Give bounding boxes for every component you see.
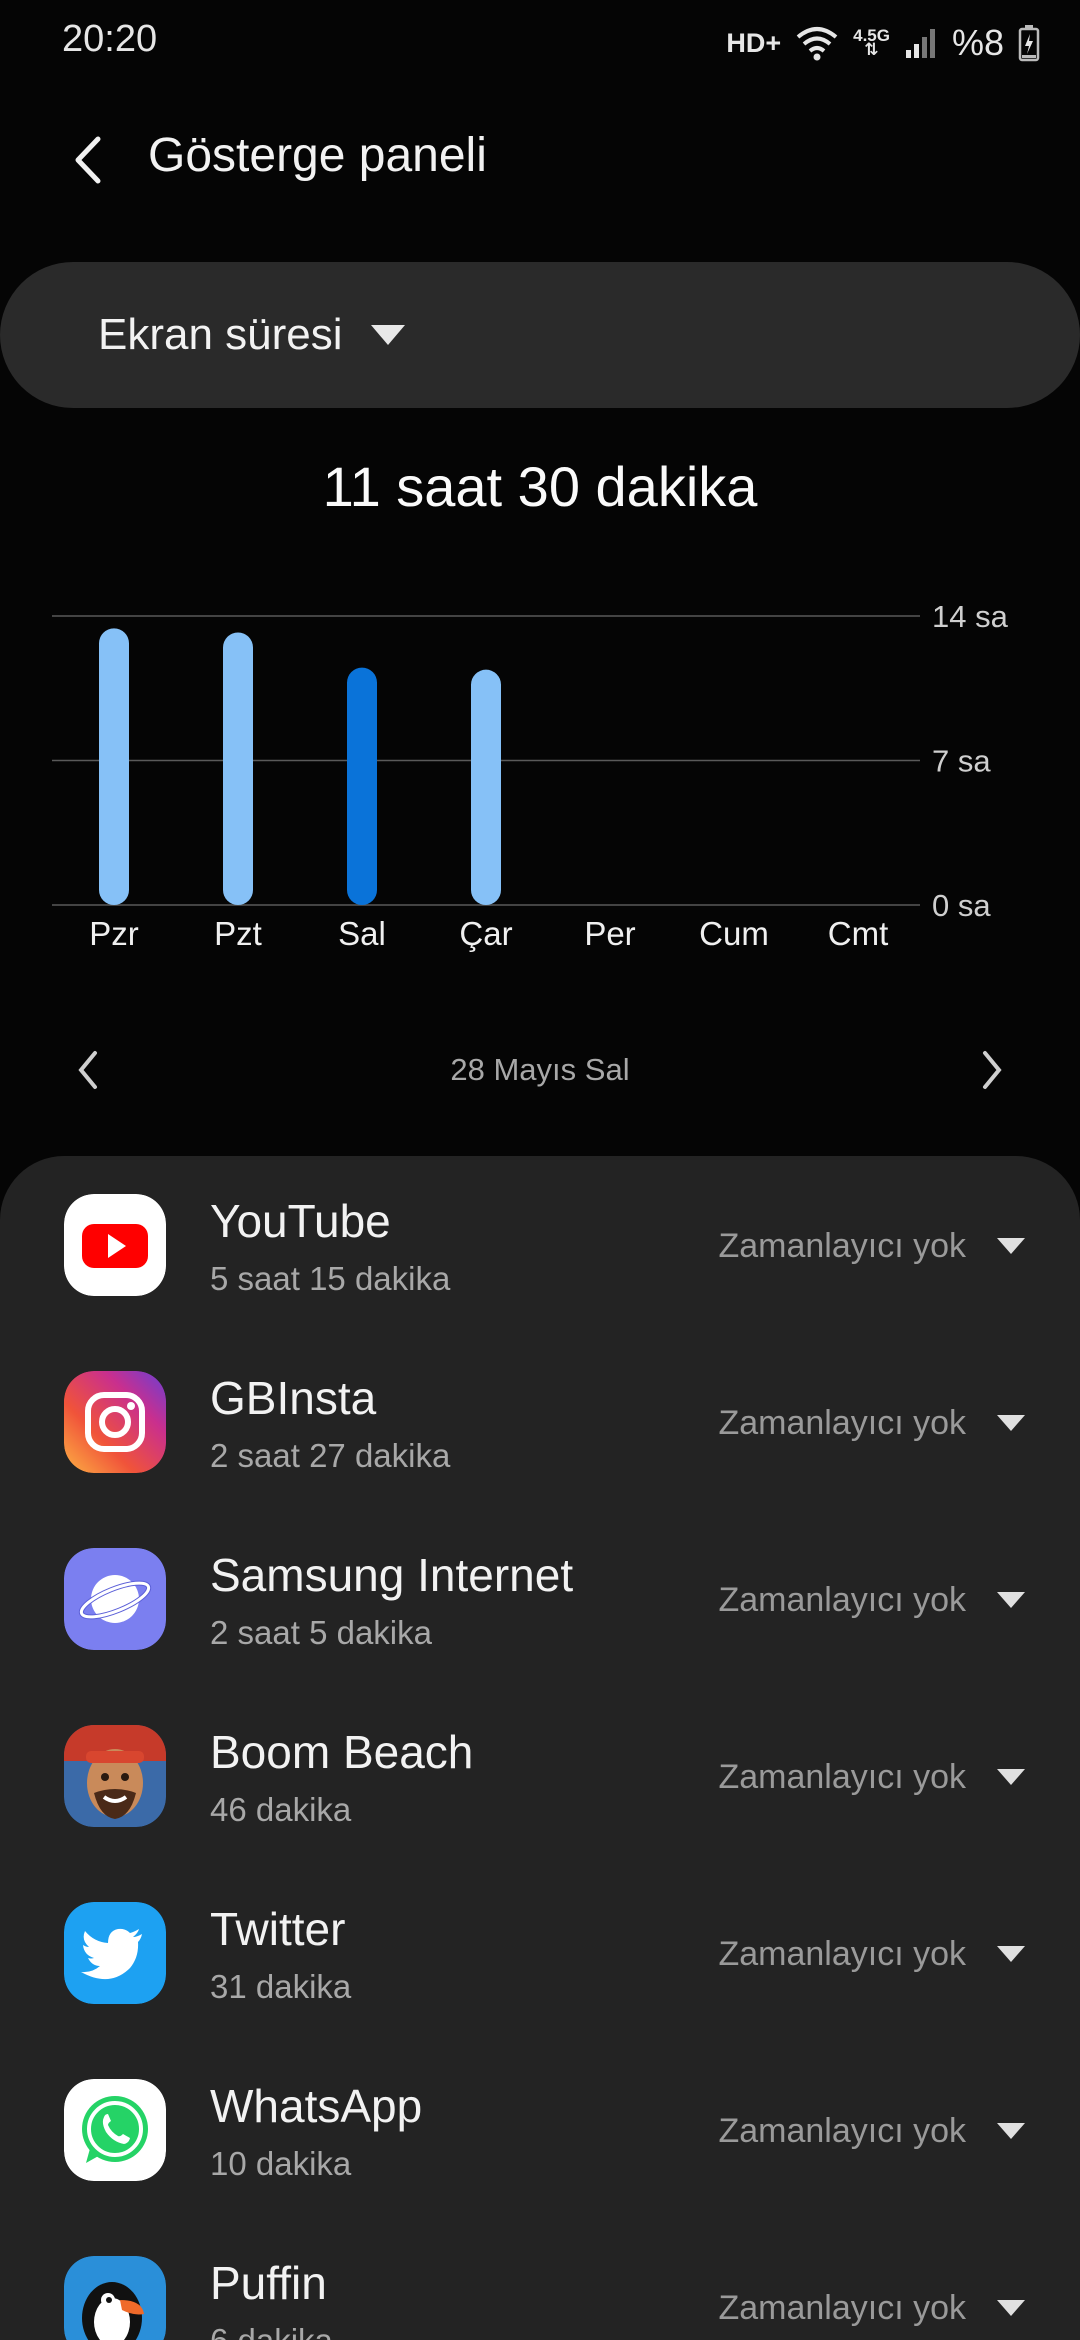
timer-label: Zamanlayıcı yok (718, 1580, 966, 1619)
app-timer-dropdown[interactable]: Zamanlayıcı yok (718, 1397, 1026, 1449)
x-tick-label[interactable]: Pzt (214, 915, 262, 952)
timer-label: Zamanlayıcı yok (718, 2288, 966, 2327)
app-usage-time: 10 dakika (210, 2145, 352, 2182)
bar-Pzt[interactable] (223, 632, 253, 905)
app-timer-dropdown[interactable]: Zamanlayıcı yok (718, 1751, 1026, 1803)
app-row-boom-beach[interactable]: Boom Beach 46 dakika Zamanlayıcı yok (0, 1687, 1080, 1864)
app-usage-time: 2 saat 5 dakika (210, 1614, 432, 1651)
y-tick-label: 0 sa (932, 888, 991, 923)
status-bar: 20:20 HD+ 4.5G ⇅ %8 (0, 0, 1080, 86)
app-name: YouTube (210, 1195, 391, 1247)
app-row-samsung-internet[interactable]: Samsung Internet 2 saat 5 dakika Zamanla… (0, 1510, 1080, 1687)
x-tick-label[interactable]: Sal (338, 915, 386, 952)
caret-down-icon (997, 1415, 1025, 1431)
app-bar: Gösterge paneli (0, 110, 1080, 210)
x-tick-label[interactable]: Cum (699, 915, 769, 952)
app-name: GBInsta (210, 1372, 377, 1424)
app-row-puffin[interactable]: Puffin 6 dakika Zamanlayıcı yok (0, 2218, 1080, 2340)
caret-down-icon (370, 325, 405, 345)
status-time: 20:20 (62, 18, 158, 60)
back-arrow-icon (75, 136, 101, 184)
puffin-icon (64, 2256, 166, 2340)
timer-label: Zamanlayıcı yok (718, 1226, 966, 1265)
metric-dropdown-label: Ekran süresi (98, 310, 343, 359)
wifi-icon (796, 27, 838, 61)
battery-level: %8 (951, 22, 1004, 63)
bar-Çar[interactable] (471, 669, 501, 905)
selected-date: 28 Mayıs Sal (450, 1052, 630, 1087)
status-icons: HD+ 4.5G ⇅ %8 (726, 18, 1040, 68)
app-name: Samsung Internet (210, 1549, 574, 1601)
timer-label: Zamanlayıcı yok (718, 1757, 966, 1796)
signal-icon (905, 29, 935, 58)
app-row-youtube[interactable]: YouTube 5 saat 15 dakika Zamanlayıcı yok (0, 1156, 1080, 1333)
back-button[interactable] (52, 124, 124, 196)
date-navigation: 28 Mayıs Sal (0, 1030, 1080, 1110)
caret-down-icon (997, 1592, 1025, 1608)
x-tick-label[interactable]: Per (584, 915, 635, 952)
x-tick-label[interactable]: Cmt (828, 915, 889, 952)
instagram-icon (64, 1371, 166, 1473)
caret-down-icon (997, 2300, 1025, 2316)
app-timer-dropdown[interactable]: Zamanlayıcı yok (718, 2105, 1026, 2157)
whatsapp-icon (64, 2079, 166, 2181)
next-day-button[interactable] (960, 1038, 1024, 1102)
app-timer-dropdown[interactable]: Zamanlayıcı yok (718, 1928, 1026, 1980)
total-screen-time: 11 saat 30 dakika (322, 455, 758, 518)
app-usage-list: YouTube 5 saat 15 dakika Zamanlayıcı yok (0, 1156, 1080, 2340)
timer-label: Zamanlayıcı yok (718, 1403, 966, 1442)
app-usage-time: 5 saat 15 dakika (210, 1260, 451, 1297)
app-row-gbinsta[interactable]: GBInsta 2 saat 27 dakika Zamanlayıcı yok (0, 1333, 1080, 1510)
app-name: Boom Beach (210, 1726, 474, 1778)
boom-beach-icon (64, 1725, 166, 1827)
caret-down-icon (997, 1238, 1025, 1254)
x-tick-label[interactable]: Çar (459, 915, 512, 952)
bar-Sal[interactable] (347, 667, 377, 905)
metric-dropdown[interactable]: Ekran süresi (0, 262, 1080, 408)
app-usage-time: 31 dakika (210, 1968, 352, 2005)
youtube-icon (64, 1194, 166, 1296)
y-tick-label: 14 sa (932, 599, 1009, 634)
battery-charging-icon (1018, 25, 1040, 62)
app-usage-time: 2 saat 27 dakika (210, 1437, 451, 1474)
twitter-icon (64, 1902, 166, 2004)
network-type: 4.5G ⇅ (853, 26, 890, 59)
app-usage-time: 46 dakika (210, 1791, 352, 1828)
app-row-whatsapp[interactable]: WhatsApp 10 dakika Zamanlayıcı yok (0, 2041, 1080, 2218)
app-name: Puffin (210, 2257, 327, 2309)
samsung-internet-icon (64, 1548, 166, 1650)
app-timer-dropdown[interactable]: Zamanlayıcı yok (718, 2282, 1026, 2334)
x-tick-label[interactable]: Pzr (89, 915, 139, 952)
timer-label: Zamanlayıcı yok (718, 1934, 966, 1973)
bar-Pzr[interactable] (99, 628, 129, 905)
app-timer-dropdown[interactable]: Zamanlayıcı yok (718, 1574, 1026, 1626)
screen-time-chart: 14 sa 7 sa 0 sa Pzr Pzt Sal Çar Per Cum Cmt (52, 599, 1009, 952)
app-name: WhatsApp (210, 2080, 423, 2132)
timer-label: Zamanlayıcı yok (718, 2111, 966, 2150)
chevron-right-icon (983, 1051, 1002, 1089)
caret-down-icon (997, 2123, 1025, 2139)
app-row-twitter[interactable]: Twitter 31 dakika Zamanlayıcı yok (0, 1864, 1080, 2041)
hd-indicator: HD+ (726, 27, 782, 58)
app-name: Twitter (210, 1903, 346, 1955)
app-usage-time: 6 dakika (210, 2322, 333, 2340)
y-tick-label: 7 sa (932, 744, 991, 779)
page-title: Gösterge paneli (148, 129, 487, 182)
app-timer-dropdown[interactable]: Zamanlayıcı yok (718, 1220, 1026, 1272)
caret-down-icon (997, 1769, 1025, 1785)
caret-down-icon (997, 1946, 1025, 1962)
